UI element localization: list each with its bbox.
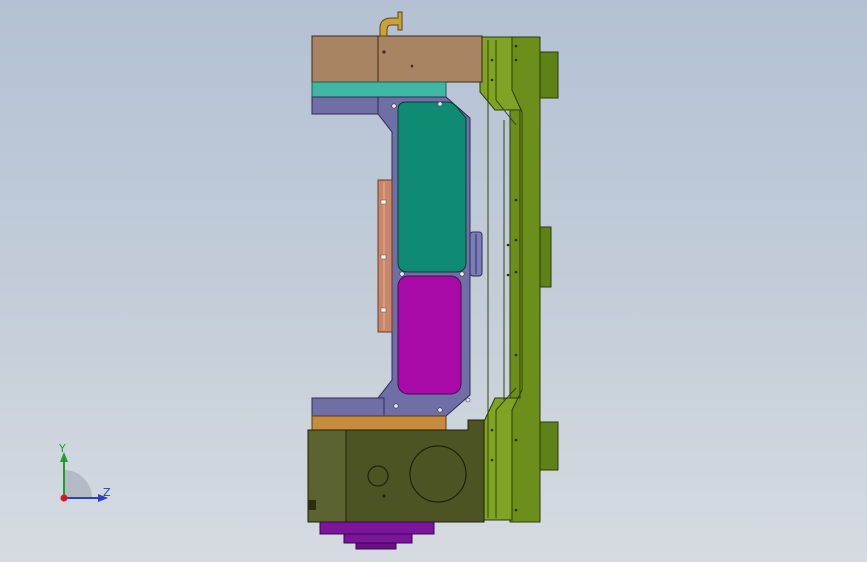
purple-base-bottom	[355, 542, 397, 550]
magenta-window[interactable]	[397, 275, 462, 395]
purple-base-top	[319, 521, 435, 535]
base-dot	[382, 494, 386, 498]
purple-base-middle	[343, 533, 413, 544]
base-block-slot	[308, 500, 316, 510]
upper-frame-band	[311, 96, 385, 115]
triad-plane	[64, 470, 92, 498]
top-block-hole-2	[410, 64, 414, 68]
coordinate-triad	[60, 452, 108, 502]
lower-frame-band	[311, 397, 385, 417]
teal-band	[311, 81, 447, 98]
bronze-band	[311, 415, 447, 431]
z-axis-label: Z	[103, 486, 111, 499]
cad-model[interactable]	[0, 0, 867, 562]
triad-origin	[60, 494, 68, 502]
teal-window[interactable]	[397, 101, 467, 273]
graphics-viewport[interactable]: Y Z	[0, 0, 867, 562]
top-block-hole	[382, 50, 386, 54]
y-axis-label: Y	[59, 442, 66, 455]
air-fitting	[379, 11, 403, 37]
top-block	[311, 35, 483, 83]
